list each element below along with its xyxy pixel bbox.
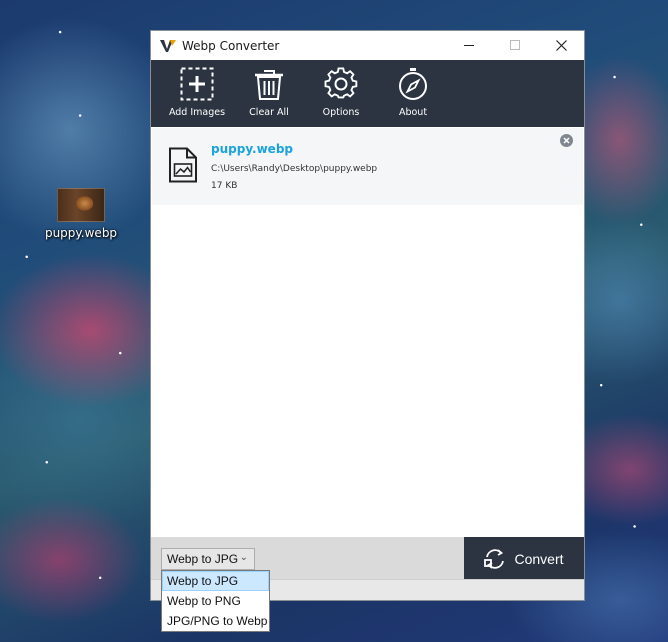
desktop-file-icon[interactable]: puppy.webp <box>44 188 118 241</box>
format-select-value: Webp to JPG <box>167 552 239 566</box>
convert-icon <box>484 548 505 569</box>
file-path: C:\Users\Randy\Desktop\puppy.webp <box>211 164 378 174</box>
maximize-button[interactable] <box>492 31 538 60</box>
convert-label: Convert <box>514 550 564 567</box>
options-button[interactable]: Options <box>310 60 372 118</box>
compass-icon <box>399 68 427 100</box>
format-dropdown-list: Webp to JPG Webp to PNG JPG/PNG to Webp <box>161 570 270 632</box>
title-bar[interactable]: Webp Converter <box>151 31 584 60</box>
image-file-icon <box>169 147 197 183</box>
maximize-icon <box>509 40 520 50</box>
list-item[interactable]: puppy.webp C:\Users\Randy\Desktop\puppy.… <box>152 128 583 205</box>
format-option-webp-to-jpg[interactable]: Webp to JPG <box>162 571 269 591</box>
format-select[interactable]: Webp to JPG ⌄ <box>161 548 255 570</box>
about-label: About <box>398 107 428 118</box>
add-image-icon <box>180 67 214 101</box>
trash-icon <box>255 70 283 100</box>
minimize-icon <box>463 45 474 46</box>
format-option-jpg-png-to-webp[interactable]: JPG/PNG to Webp <box>162 611 269 631</box>
clear-all-label: Clear All <box>249 107 289 118</box>
gear-icon <box>324 67 358 99</box>
window-title: Webp Converter <box>182 38 280 53</box>
options-label: Options <box>322 107 360 118</box>
desktop-file-label: puppy.webp <box>44 226 118 240</box>
file-name: puppy.webp <box>211 142 293 156</box>
about-button[interactable]: About <box>382 60 444 118</box>
close-icon <box>555 40 567 51</box>
chevron-down-icon: ⌄ <box>239 552 248 563</box>
app-logo-icon <box>160 39 176 52</box>
add-images-label: Add Images <box>168 107 226 118</box>
puppy-thumbnail <box>57 188 105 222</box>
add-images-button[interactable]: Add Images <box>166 60 228 118</box>
file-size: 17 KB <box>211 181 238 191</box>
file-list: puppy.webp C:\Users\Randy\Desktop\puppy.… <box>151 127 584 537</box>
close-button[interactable] <box>538 31 584 60</box>
app-window: Webp Converter Add Images Clear All Opti… <box>150 30 585 601</box>
format-option-webp-to-png[interactable]: Webp to PNG <box>162 591 269 611</box>
clear-all-button[interactable]: Clear All <box>238 60 300 118</box>
minimize-button[interactable] <box>446 31 492 60</box>
toolbar: Add Images Clear All Options About <box>151 60 584 127</box>
convert-button[interactable]: Convert <box>464 537 584 580</box>
remove-file-icon[interactable] <box>560 134 573 147</box>
